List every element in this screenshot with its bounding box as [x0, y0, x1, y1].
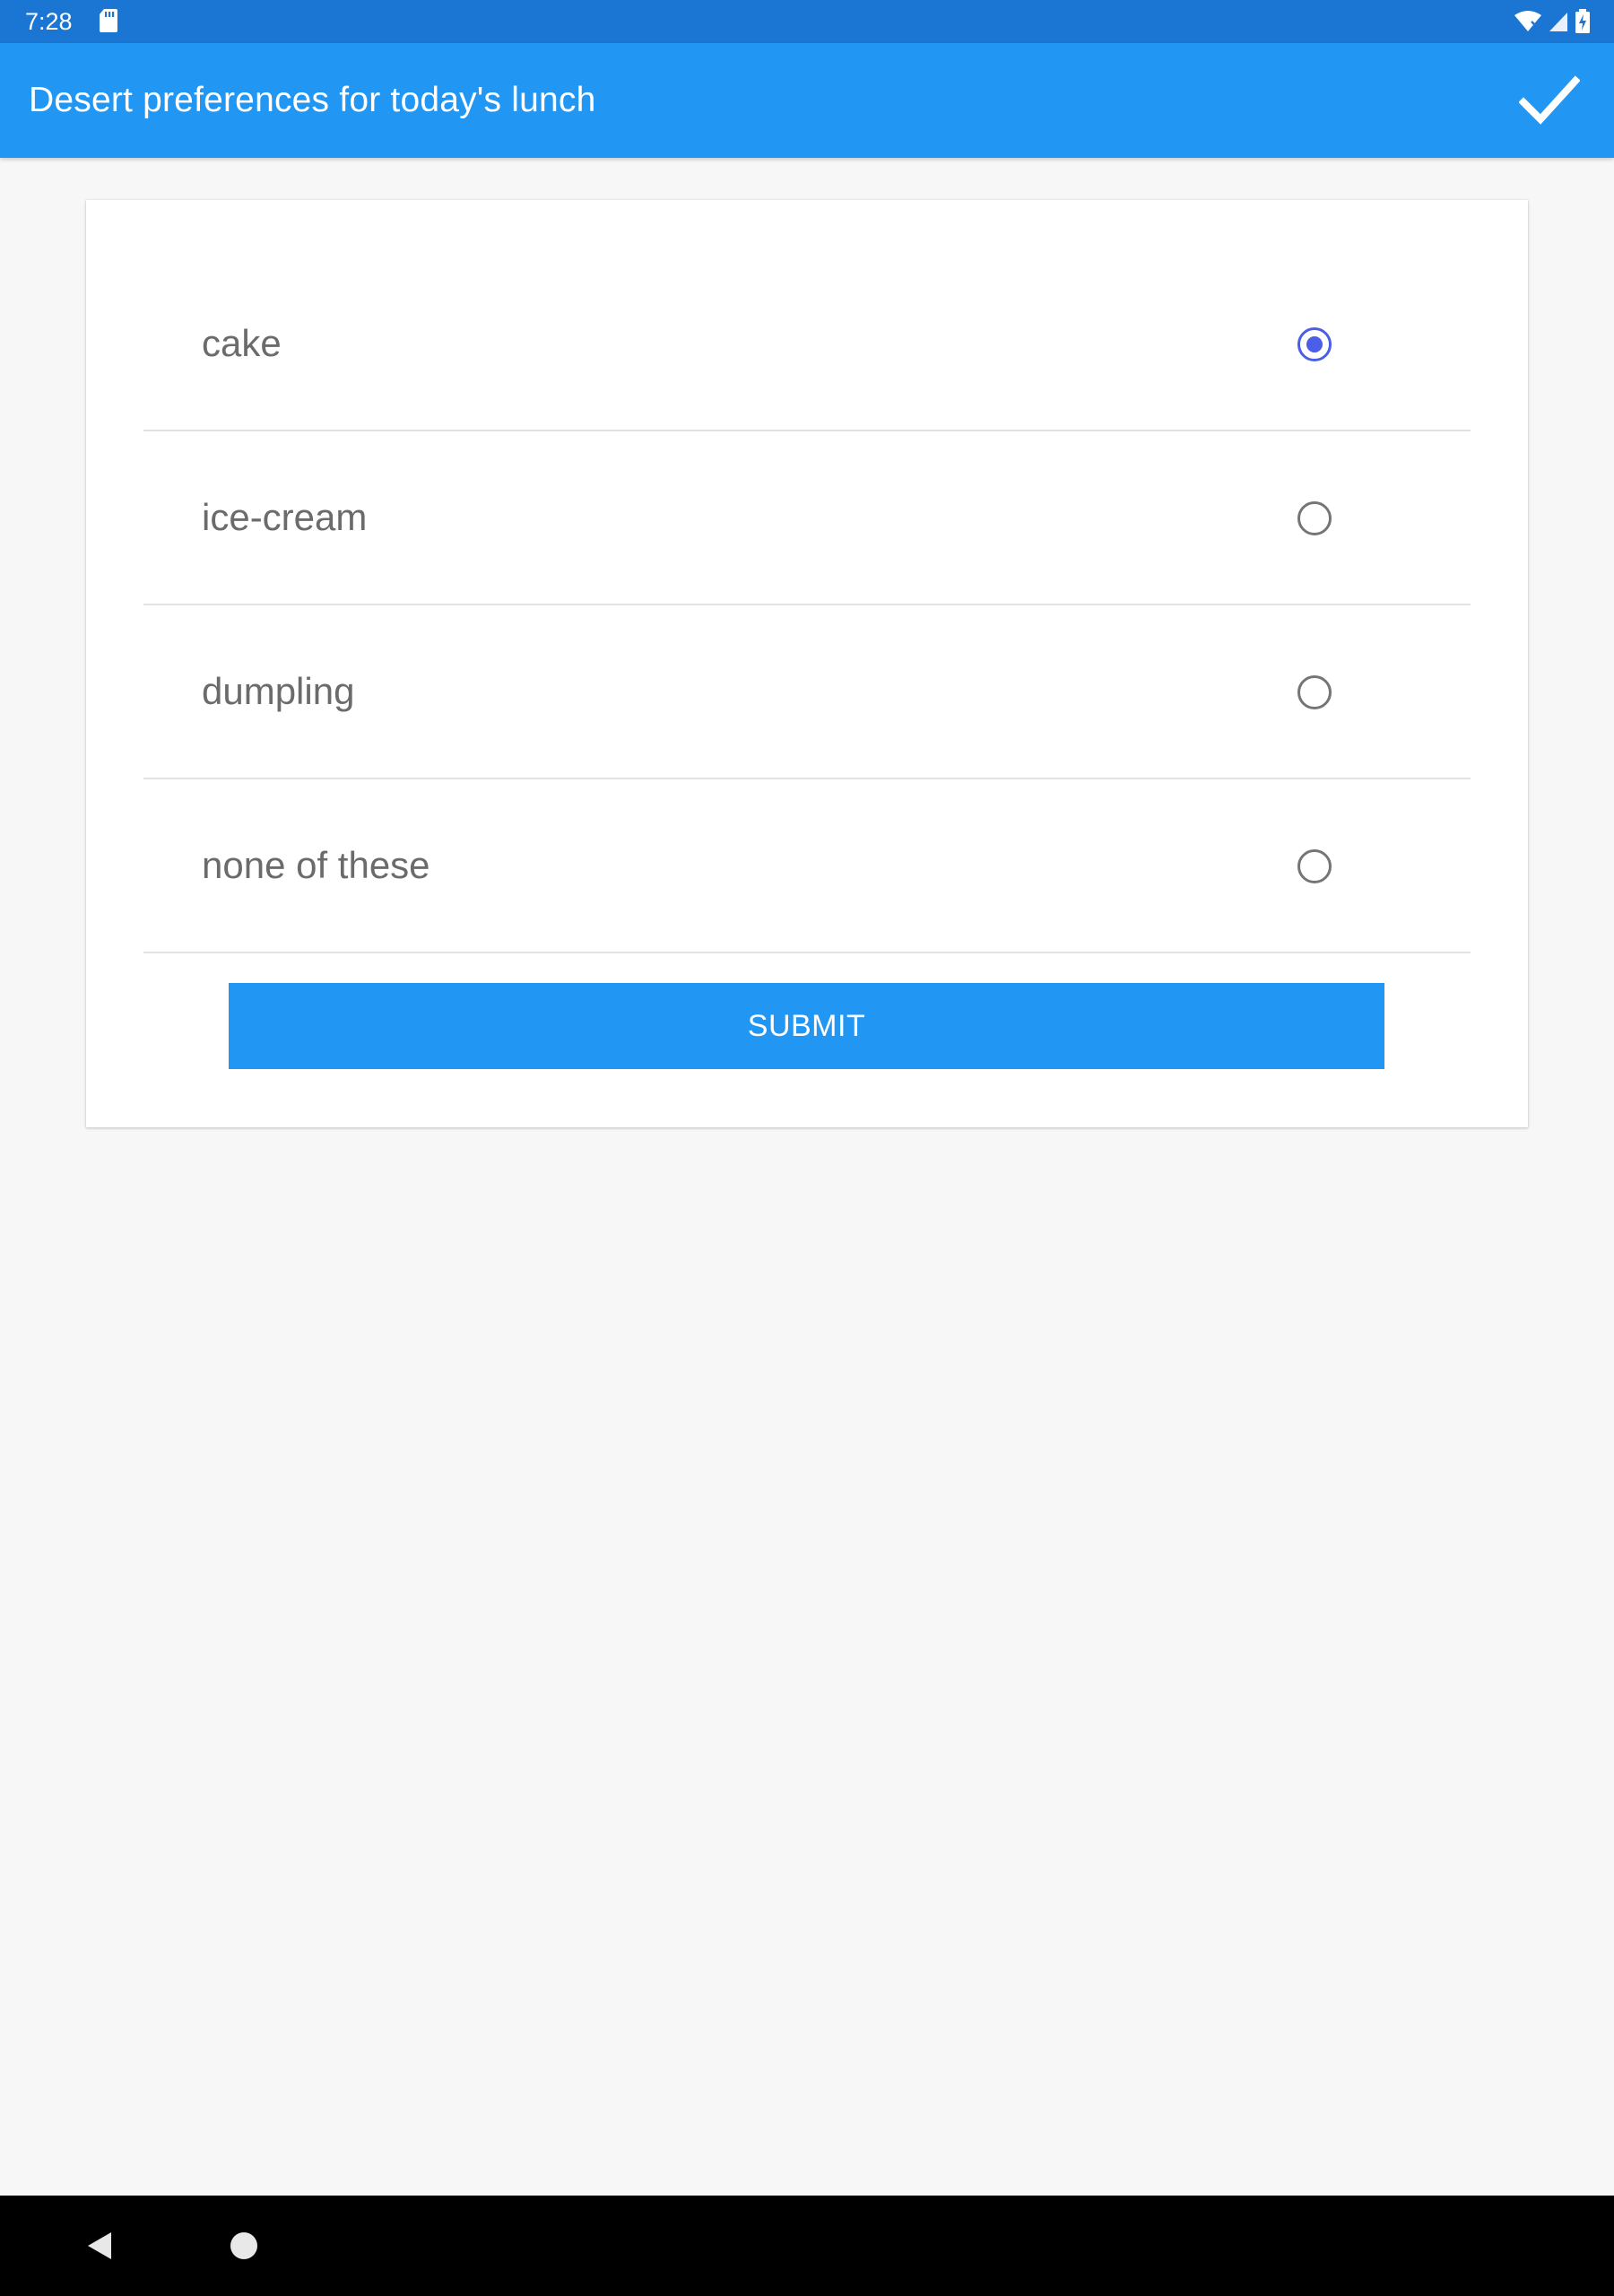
home-icon[interactable] [230, 2232, 257, 2259]
preferences-card: cake ice-cream dumpling none of these SU… [86, 200, 1528, 1127]
radio-button[interactable] [1297, 501, 1332, 535]
signal-icon [1549, 13, 1567, 31]
option-label: ice-cream [202, 496, 368, 538]
battery-icon [1575, 9, 1590, 33]
page-title: Desert preferences for today's lunch [29, 81, 596, 119]
option-label: cake [202, 322, 282, 364]
navigation-bar [0, 2196, 1614, 2296]
status-icons [1514, 7, 1591, 36]
option-label: dumpling [202, 670, 355, 712]
status-time: 7:28 [25, 8, 73, 35]
radio-button[interactable] [1297, 849, 1332, 883]
status-bar: 7:28 [0, 0, 1614, 43]
option-label: none of these [202, 844, 430, 886]
check-icon[interactable] [1519, 74, 1580, 127]
app-bar: Desert preferences for today's lunch [0, 43, 1614, 158]
radio-dot [1306, 336, 1323, 352]
back-icon[interactable] [82, 2230, 115, 2262]
option-row-dumpling[interactable]: dumpling [143, 605, 1471, 779]
option-row-cake[interactable]: cake [143, 257, 1471, 431]
wifi-icon [1514, 11, 1541, 31]
option-row-none-of-these[interactable]: none of these [143, 779, 1471, 953]
option-row-ice-cream[interactable]: ice-cream [143, 431, 1471, 605]
radio-button[interactable] [1297, 675, 1332, 709]
radio-button-selected[interactable] [1297, 327, 1332, 361]
sd-card-icon [100, 9, 117, 32]
submit-button[interactable]: SUBMIT [229, 983, 1384, 1069]
